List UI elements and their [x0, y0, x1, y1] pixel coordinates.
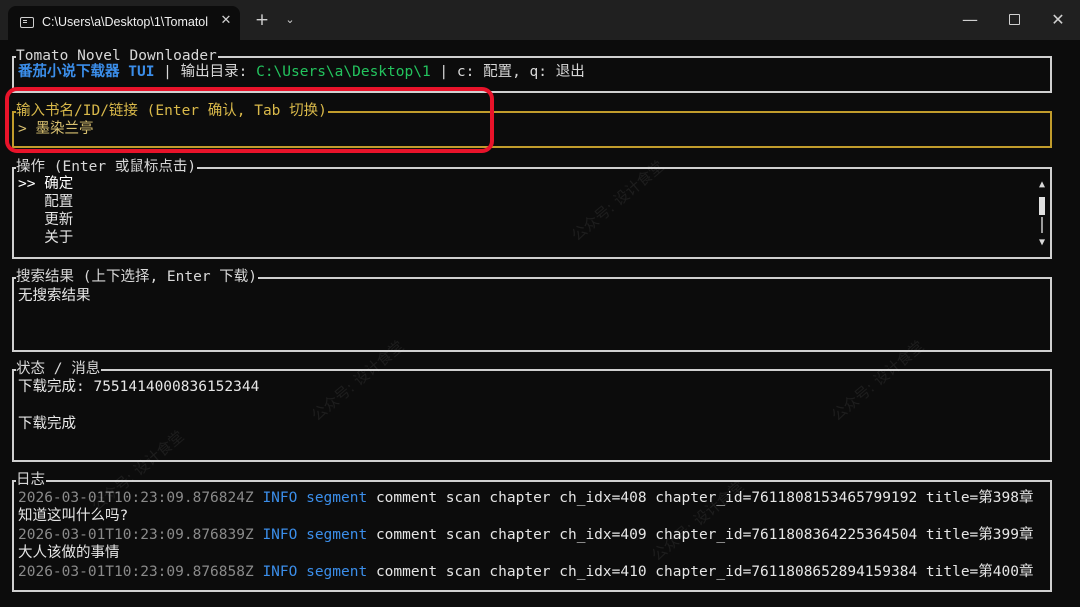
scrollbar-track	[1041, 217, 1043, 233]
red-highlight-annotation	[5, 87, 494, 153]
chevron-down-icon[interactable]: ⌄	[280, 8, 300, 32]
no-results-text: 无搜索结果	[18, 288, 91, 304]
terminal-area[interactable]: Tomato Novel Downloader 番茄小说下载器 TUI | 输出…	[0, 40, 1080, 607]
menu-item-update[interactable]: 更新	[18, 211, 73, 229]
new-tab-button[interactable]: +	[250, 8, 274, 32]
window-titlebar: C:\Users\a\Desktop\1\Tomatol ✕ + ⌄ — ✕	[0, 0, 1080, 40]
maximize-button[interactable]	[996, 8, 1032, 32]
output-dir-label: 输出目录:	[180, 64, 257, 80]
terminal-tab[interactable]: C:\Users\a\Desktop\1\Tomatol ✕	[8, 6, 240, 40]
log-panel: 日志 2026-03-01T10:23:09.876824Z INFO segm…	[12, 471, 1052, 592]
log-message: comment scan chapter ch_idx=410 chapter_…	[375, 564, 1034, 580]
log-continuation: 知道这叫什么吗?	[18, 508, 129, 524]
log-timestamp: 2026-03-01T10:23:09.876824Z	[18, 490, 254, 506]
log-entry: 2026-03-01T10:23:09.876824Z INFO segment…	[18, 489, 1033, 507]
menu-item-config[interactable]: 配置	[18, 193, 73, 211]
log-level: INFO	[262, 490, 298, 506]
log-level: INFO	[262, 564, 298, 580]
operations-scrollbar[interactable]: ▲ ▼	[1036, 179, 1048, 249]
log-target: segment	[306, 564, 368, 580]
log-level: INFO	[262, 527, 298, 543]
scrollbar-thumb[interactable]	[1039, 197, 1045, 215]
minimize-button[interactable]: —	[950, 8, 990, 32]
status-message: 下载完成: 7551414000836152344	[18, 379, 260, 395]
log-continuation: 大人该做的事情	[18, 545, 120, 561]
log-message: comment scan chapter ch_idx=409 chapter_…	[375, 527, 1034, 543]
operations-panel: 操作 (Enter 或鼠标点击) >> 确定 配置 更新 关于 ▲ ▼	[12, 158, 1052, 259]
header-separator: |	[154, 64, 181, 80]
search-results-panel[interactable]: 搜索结果 (上下选择, Enter 下载) 无搜索结果	[12, 268, 1052, 352]
search-results-panel-title: 搜索结果 (上下选择, Enter 下载)	[16, 268, 259, 286]
maximize-icon	[1008, 14, 1020, 25]
status-panel: 状态 / 消息 下载完成: 7551414000836152344 下载完成	[12, 360, 1052, 462]
status-panel-title: 状态 / 消息	[16, 360, 102, 378]
log-entry: 2026-03-01T10:23:09.876839Z INFO segment…	[18, 526, 1033, 544]
log-target: segment	[306, 490, 368, 506]
log-target: segment	[306, 527, 368, 543]
menu-item-confirm[interactable]: >> 确定	[18, 175, 73, 193]
terminal-icon	[20, 17, 34, 28]
header-separator: |	[430, 64, 457, 80]
operations-panel-title: 操作 (Enter 或鼠标点击)	[16, 158, 198, 176]
close-window-button[interactable]: ✕	[1040, 8, 1076, 32]
log-timestamp: 2026-03-01T10:23:09.876839Z	[18, 527, 254, 543]
app-title: 番茄小说下载器 TUI	[18, 64, 155, 80]
hotkey-hints: c: 配置, q: 退出	[456, 64, 585, 80]
close-tab-icon[interactable]: ✕	[218, 13, 234, 29]
header-line: 番茄小说下载器 TUI | 输出目录: C:\Users\a\Desktop\1…	[18, 63, 585, 81]
scroll-down-arrow-icon[interactable]: ▼	[1036, 237, 1048, 249]
log-message: comment scan chapter ch_idx=408 chapter_…	[375, 490, 1034, 506]
log-panel-title: 日志	[16, 471, 46, 489]
status-message: 下载完成	[18, 416, 76, 432]
log-timestamp: 2026-03-01T10:23:09.876858Z	[18, 564, 254, 580]
output-dir-path: C:\Users\a\Desktop\1	[256, 64, 431, 80]
menu-item-about[interactable]: 关于	[18, 229, 73, 247]
log-entry: 2026-03-01T10:23:09.876858Z INFO segment…	[18, 563, 1033, 581]
tab-title: C:\Users\a\Desktop\1\Tomatol	[42, 15, 209, 29]
scroll-up-arrow-icon[interactable]: ▲	[1036, 179, 1048, 191]
